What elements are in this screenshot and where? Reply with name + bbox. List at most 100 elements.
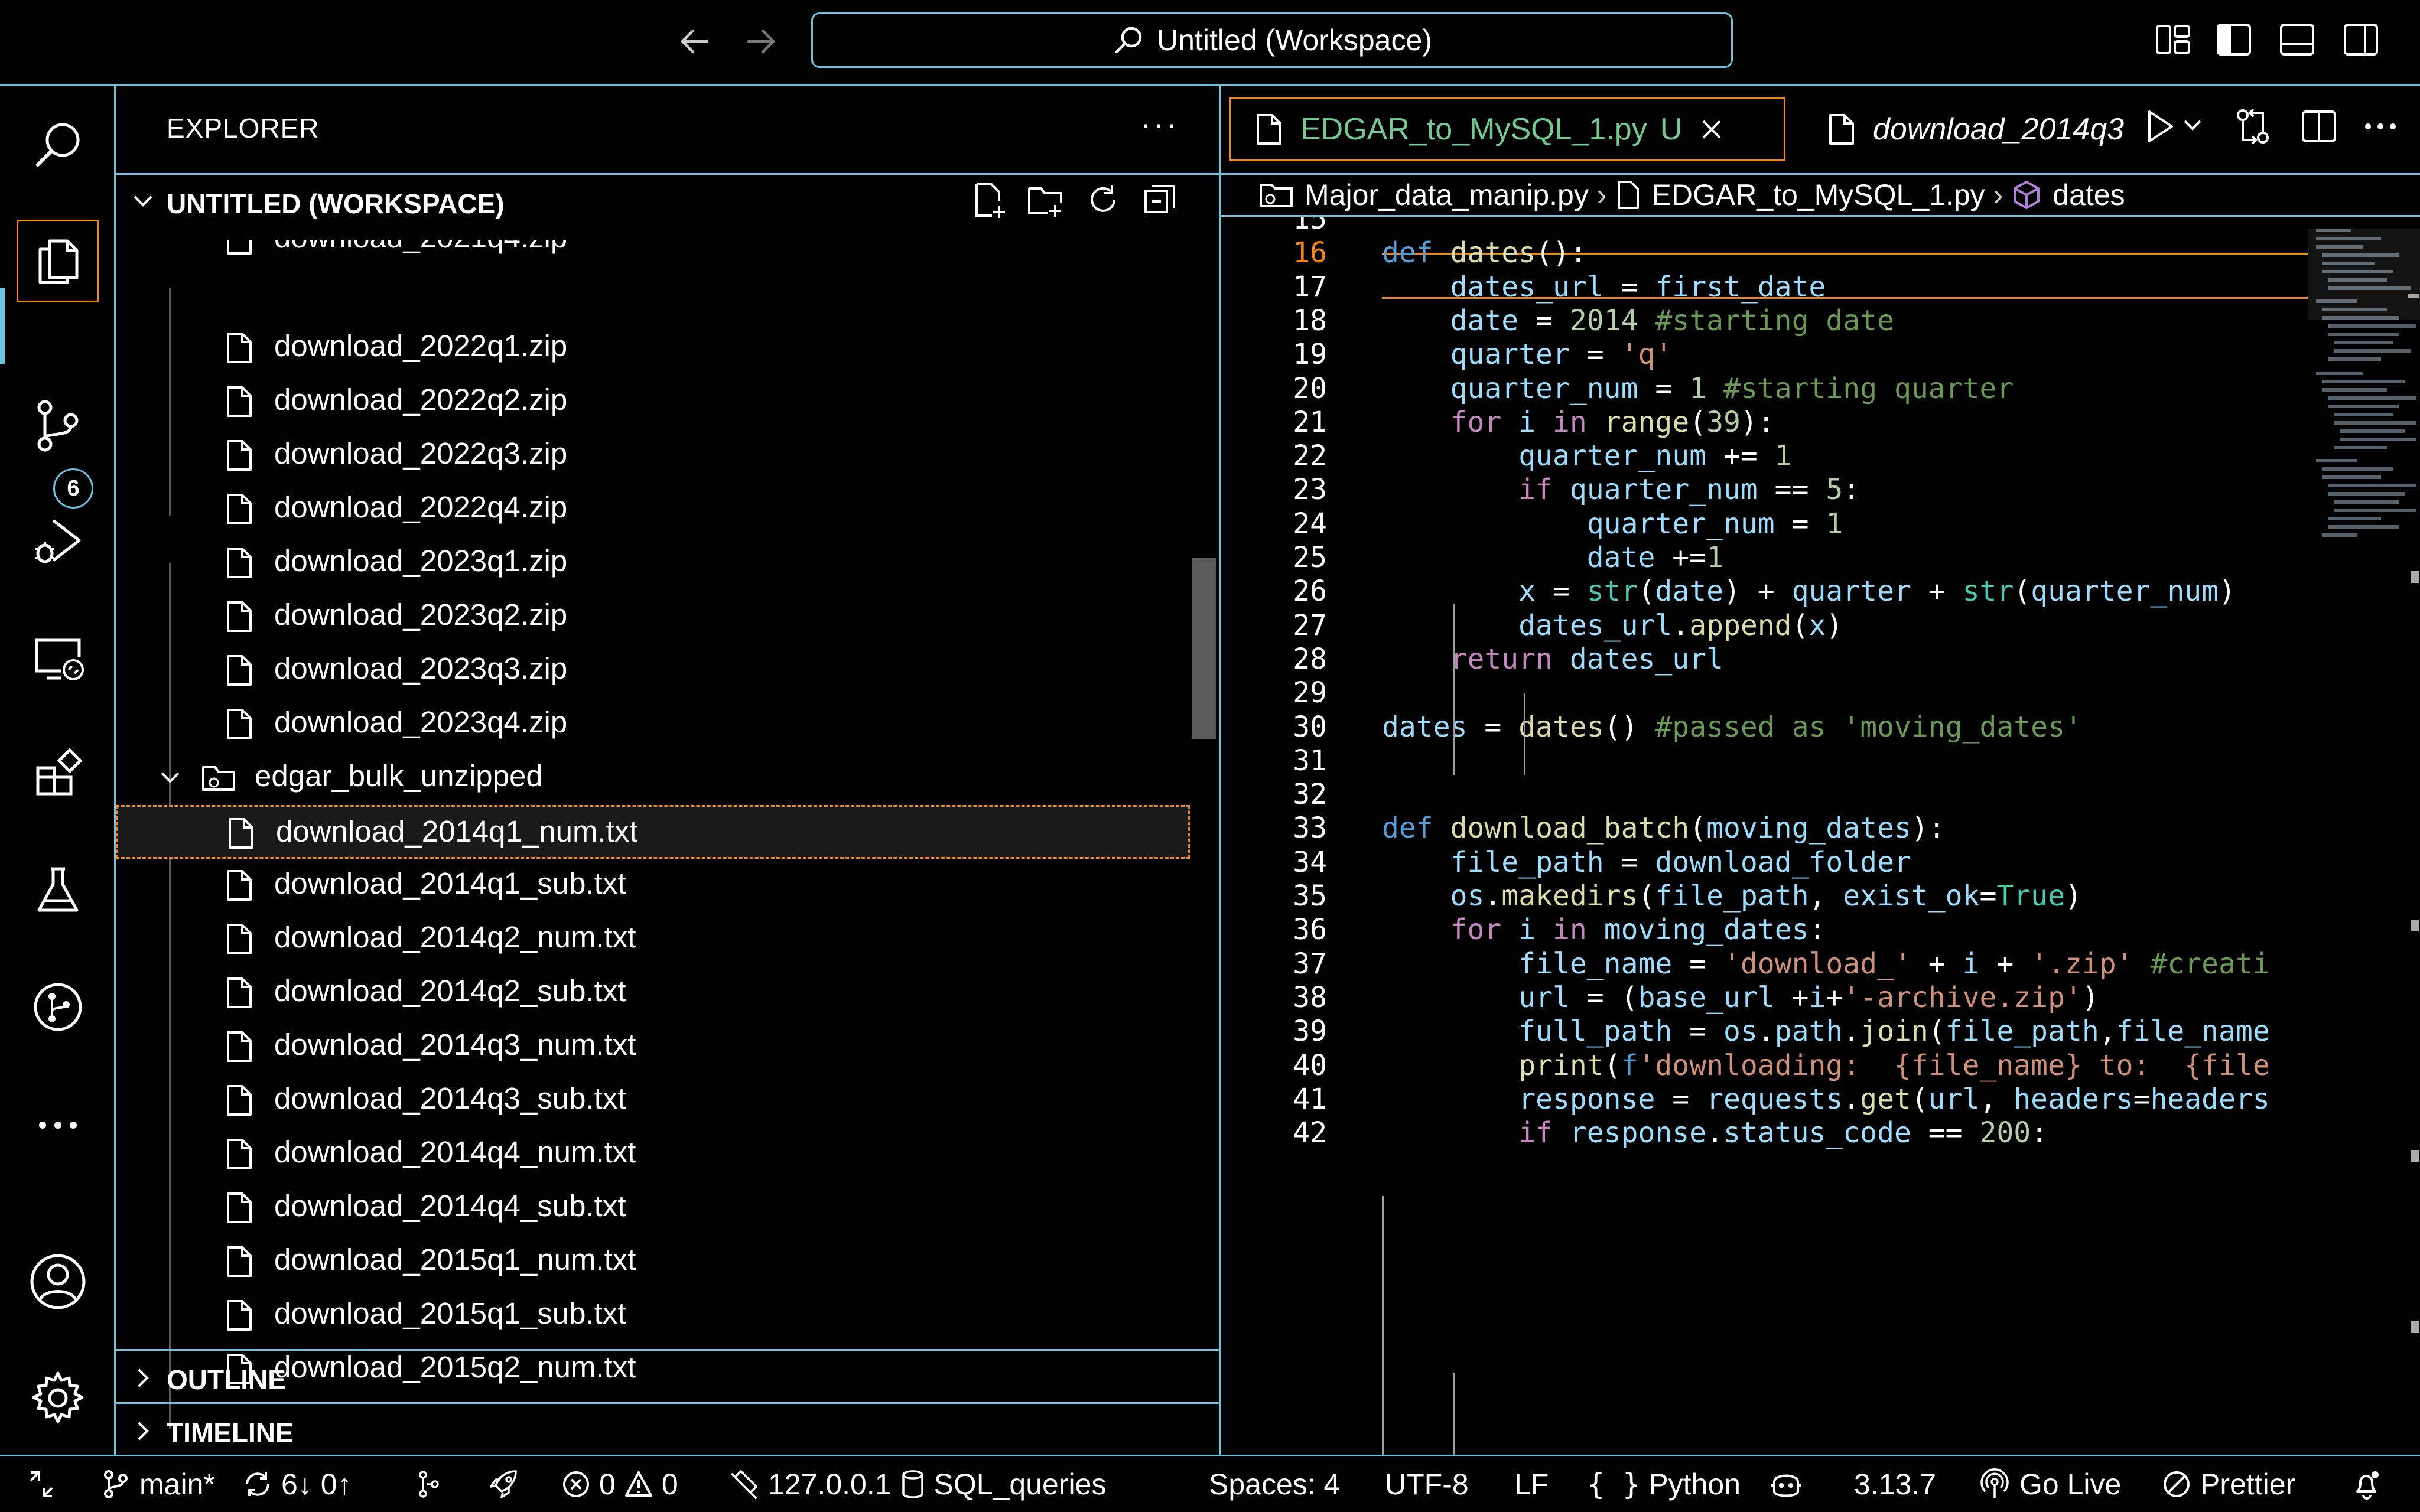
file-item[interactable]: download_2023q4.zip (116, 698, 1190, 751)
encoding-status[interactable]: UTF-8 (1385, 1456, 1469, 1512)
outline-section-header[interactable]: OUTLINE (116, 1349, 1219, 1402)
line-number: 18 (1293, 304, 1327, 337)
file-icon (223, 869, 254, 902)
code-line: for i in moving_dates: (1450, 913, 1826, 946)
file-item[interactable]: download_2022q3.zip (116, 429, 1190, 483)
file-item[interactable]: download_2014q2_num.txt (116, 913, 1190, 966)
tab-download-2014q3[interactable]: download_2014q3 (1785, 97, 2140, 161)
file-name: download_2023q3.zip (274, 651, 568, 685)
code-editor[interactable]: 15 16 def dates(): 17 dates_url = first_dat… (1221, 217, 2308, 1455)
new-folder-icon[interactable] (1026, 180, 1065, 219)
close-tab-icon[interactable] (1699, 116, 1725, 142)
file-item[interactable]: download_2014q2_sub.txt (116, 966, 1190, 1020)
command-center-search[interactable]: Untitled (Workspace) (811, 12, 1733, 68)
broadcast-icon (1978, 1468, 2011, 1501)
go-live-status[interactable]: Go Live (1978, 1456, 2121, 1512)
settings-gear-icon[interactable] (17, 1357, 99, 1439)
file-icon (223, 708, 254, 741)
code-line: url = (base_url +i+'-archive.zip') (1518, 981, 2099, 1014)
explorer-more-actions[interactable]: ··· (1140, 103, 1179, 144)
indentation-status[interactable]: Spaces: 4 (1209, 1456, 1340, 1512)
line-number: 21 (1293, 406, 1327, 439)
indent-guide (1453, 1373, 1455, 1455)
folder-item[interactable]: edgar_bulk_unzipped (116, 751, 1190, 805)
file-item[interactable]: download_2023q1.zip (116, 536, 1190, 590)
source-control-icon[interactable] (17, 384, 99, 467)
file-item[interactable]: download_2015q1_sub.txt (116, 1289, 1190, 1342)
code-line: file_name = 'download_' + i + '.zip' #cr… (1518, 947, 2270, 980)
plug-icon (727, 1468, 760, 1501)
file-item[interactable]: download_2022q2.zip (116, 375, 1190, 429)
customize-layout-icon[interactable] (2154, 20, 2193, 59)
tab-edgar-to-mysql[interactable]: EDGAR_to_MySQL_1.py U (1229, 97, 1785, 161)
breadcrumb-item[interactable]: EDGAR_to_MySQL_1.py (1615, 178, 1985, 212)
timeline-section-header[interactable]: TIMELINE (116, 1402, 1219, 1455)
file-item[interactable]: download_2015q1_num.txt (116, 1235, 1190, 1289)
file-item[interactable]: download_2014q3_sub.txt (116, 1074, 1190, 1128)
breadcrumb-item[interactable]: dates (2011, 178, 2125, 212)
open-changes-icon[interactable] (2233, 107, 2272, 146)
git-graph-icon[interactable] (17, 966, 99, 1048)
extensions-icon[interactable] (17, 732, 99, 815)
minimap[interactable] (2308, 217, 2420, 1455)
git-graph-status-icon[interactable] (414, 1456, 444, 1512)
file-item-partial[interactable]: download_2021q4.zip (116, 240, 1190, 266)
file-item[interactable]: download_2014q1_sub.txt (116, 859, 1190, 913)
file-item[interactable]: download_2014q4_sub.txt (116, 1181, 1190, 1235)
chevron-down-icon (131, 189, 155, 213)
explorer-scrollbar-thumb[interactable] (1192, 558, 1216, 739)
problems-status[interactable]: 0 0 (561, 1456, 678, 1512)
file-item[interactable]: download_2022q4.zip (116, 483, 1190, 536)
new-file-icon[interactable] (970, 180, 1009, 219)
toggle-secondary-sidebar-icon[interactable] (2341, 20, 2380, 59)
code-line: if quarter_num == 5: (1518, 473, 1860, 506)
forward-arrow-icon[interactable] (741, 22, 779, 60)
database-connection-status[interactable]: 127.0.0.1 SQL_queries (727, 1456, 1106, 1512)
toggle-panel-icon[interactable] (2278, 20, 2317, 59)
file-icon (223, 1191, 254, 1224)
file-icon (223, 1245, 254, 1278)
deploy-rocket-icon[interactable] (487, 1456, 521, 1512)
line-number: 22 (1293, 439, 1327, 472)
refresh-icon[interactable] (1084, 180, 1123, 219)
more-views-icon[interactable] (17, 1084, 99, 1166)
split-editor-icon[interactable] (2299, 107, 2338, 146)
line-number: 38 (1293, 981, 1327, 1014)
language-mode-status[interactable]: { } Python (1587, 1456, 1741, 1512)
run-debug-icon[interactable] (17, 499, 99, 582)
file-item[interactable]: download_2023q3.zip (116, 644, 1190, 698)
copilot-status-icon[interactable] (1768, 1456, 1804, 1512)
file-name: download_2023q2.zip (274, 598, 568, 631)
file-icon (223, 923, 254, 956)
sync-status[interactable]: 6↓ 0↑ (242, 1456, 352, 1512)
python-interpreter-status[interactable]: 3.13.7 (1854, 1456, 1936, 1512)
file-item[interactable]: download_2022q1.zip (116, 321, 1190, 375)
remote-indicator-icon[interactable] (26, 1456, 57, 1512)
explorer-view-icon[interactable] (17, 220, 99, 302)
error-count: 0 (599, 1468, 616, 1501)
code-line: quarter_num = 1 (1586, 507, 1843, 540)
testing-flask-icon[interactable] (17, 849, 99, 931)
line-number: 24 (1293, 507, 1327, 540)
indent-guide (1382, 1196, 1384, 1455)
collapse-all-icon[interactable] (1141, 180, 1180, 219)
remote-explorer-icon[interactable] (17, 615, 99, 698)
file-item-selected[interactable]: download_2014q1_num.txt (116, 805, 1190, 859)
accounts-icon[interactable] (17, 1240, 99, 1323)
explorer-title: EXPLORER (167, 113, 320, 144)
editor-more-actions-icon[interactable] (2361, 107, 2400, 146)
prettier-status[interactable]: Prettier (2161, 1456, 2295, 1512)
notifications-bell-icon[interactable] (2350, 1456, 2383, 1512)
python-file-icon (1254, 113, 1283, 146)
search-view-icon[interactable] (17, 103, 99, 186)
back-arrow-icon[interactable] (676, 22, 714, 60)
file-item[interactable]: download_2014q4_num.txt (116, 1128, 1190, 1181)
run-options-chevron-down-icon[interactable] (2179, 112, 2206, 139)
file-item[interactable]: download_2014q3_num.txt (116, 1020, 1190, 1074)
eol-status[interactable]: LF (1514, 1456, 1549, 1512)
file-item[interactable]: download_2023q2.zip (116, 590, 1190, 644)
git-branch-status[interactable]: main* (100, 1456, 215, 1512)
run-python-file-icon[interactable] (2142, 107, 2178, 146)
toggle-primary-sidebar-icon[interactable] (2214, 20, 2253, 59)
breadcrumb-item[interactable]: Major_data_manip.py (1258, 178, 1589, 212)
